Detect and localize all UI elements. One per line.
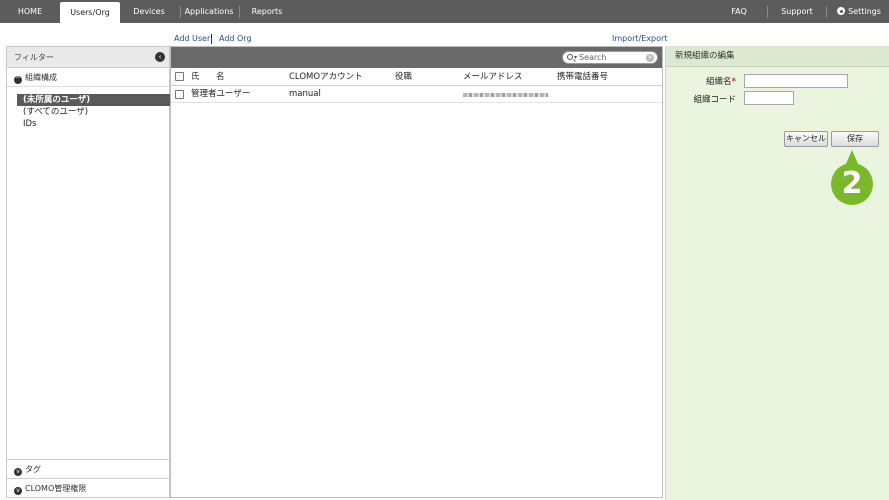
list-toolbar: ▾ Search ×	[171, 47, 662, 68]
nav-settings[interactable]: Settings	[834, 0, 884, 23]
row-account: manual	[289, 89, 321, 99]
clomo-admin-section[interactable]: v CLOMO管理権限	[7, 478, 169, 497]
org-name-label-wrap: 組織名*	[666, 75, 736, 87]
nav-reports[interactable]: Reports	[244, 0, 290, 23]
user-list-panel: ▾ Search × 氏 名 CLOMOアカウント 役職 メールアドレス 携帯電…	[170, 46, 663, 498]
clear-icon[interactable]: ×	[646, 54, 654, 62]
chevron-left-icon[interactable]: ‹	[155, 52, 165, 62]
nav-applications[interactable]: Applications	[182, 0, 236, 23]
filter-header: フィルター ‹	[7, 47, 169, 68]
clomo-admin-label: CLOMO管理権限	[25, 484, 87, 493]
row-name: 管理者ユーザー	[191, 89, 251, 99]
nav-faq[interactable]: FAQ	[723, 0, 755, 23]
column-header-mobile[interactable]: 携帯電話番号	[557, 68, 608, 86]
column-header-email[interactable]: メールアドレス	[463, 68, 523, 86]
select-all-checkbox[interactable]	[175, 72, 184, 81]
save-button[interactable]: 保存	[831, 131, 879, 147]
nav-support[interactable]: Support	[776, 0, 818, 23]
search-placeholder: Search	[579, 53, 607, 62]
nav-settings-label: Settings	[848, 7, 881, 16]
nav-divider	[826, 6, 827, 18]
tag-section[interactable]: v タグ	[7, 459, 169, 478]
tree-item-ids[interactable]: IDs	[17, 118, 175, 130]
table-row[interactable]: 管理者ユーザー manual	[171, 86, 662, 103]
chevron-down-icon: v	[14, 468, 22, 476]
org-name-input[interactable]	[744, 74, 848, 88]
filter-panel: フィルター ‹ ^ 組織構成 (未所属のユーザ) (すべてのユーザ) IDs vタ…	[6, 46, 175, 498]
caret-down-icon: ▾	[574, 54, 578, 61]
nav-devices[interactable]: Devices	[126, 0, 172, 23]
row-email-obscured	[463, 93, 548, 97]
import-export-link[interactable]: Import/Export	[612, 34, 667, 43]
chevron-down-icon: v	[14, 487, 22, 495]
callout-badge: 2	[831, 163, 873, 205]
tag-section-label: タグ	[25, 465, 41, 474]
tree-item-unassigned-users[interactable]: (未所属のユーザ)	[17, 94, 175, 106]
nav-divider	[239, 6, 240, 18]
org-code-label: 組織コード	[693, 95, 736, 105]
org-edit-title: 新規組織の編集	[666, 46, 889, 67]
link-divider	[211, 34, 212, 44]
org-edit-panel: 新規組織の編集 組織名* 組織コード キャンセル 保存	[665, 46, 889, 500]
top-navigation-bar: HOME Users/Org Devices Applications Repo…	[0, 0, 889, 23]
search-icon	[567, 54, 573, 60]
nav-home[interactable]: HOME	[8, 0, 52, 23]
cancel-button[interactable]: キャンセル	[784, 131, 828, 147]
search-input[interactable]: ▾ Search ×	[562, 51, 658, 64]
column-header-clomo-account[interactable]: CLOMOアカウント	[289, 68, 363, 86]
table-header: 氏 名 CLOMOアカウント 役職 メールアドレス 携帯電話番号	[171, 68, 662, 86]
row-checkbox[interactable]	[175, 90, 184, 99]
add-user-link[interactable]: Add User	[174, 34, 210, 43]
gear-icon	[837, 7, 846, 15]
chevron-up-icon: ^	[14, 76, 22, 84]
org-structure-section[interactable]: ^ 組織構成	[7, 68, 169, 87]
org-name-label: 組織名	[706, 77, 732, 87]
required-mark: *	[731, 77, 736, 87]
org-code-input[interactable]	[744, 91, 794, 105]
column-header-first-name[interactable]: 名	[216, 68, 225, 86]
nav-divider	[180, 6, 181, 18]
nav-divider	[767, 6, 768, 18]
tree-item-all-users[interactable]: (すべてのユーザ)	[17, 106, 175, 118]
column-header-title[interactable]: 役職	[395, 68, 412, 86]
org-structure-label: 組織構成	[25, 73, 57, 82]
add-org-link[interactable]: Add Org	[219, 34, 252, 43]
filter-title: フィルター	[14, 53, 54, 62]
column-header-last-name[interactable]: 氏	[191, 68, 200, 86]
nav-users-org[interactable]: Users/Org	[60, 2, 120, 23]
